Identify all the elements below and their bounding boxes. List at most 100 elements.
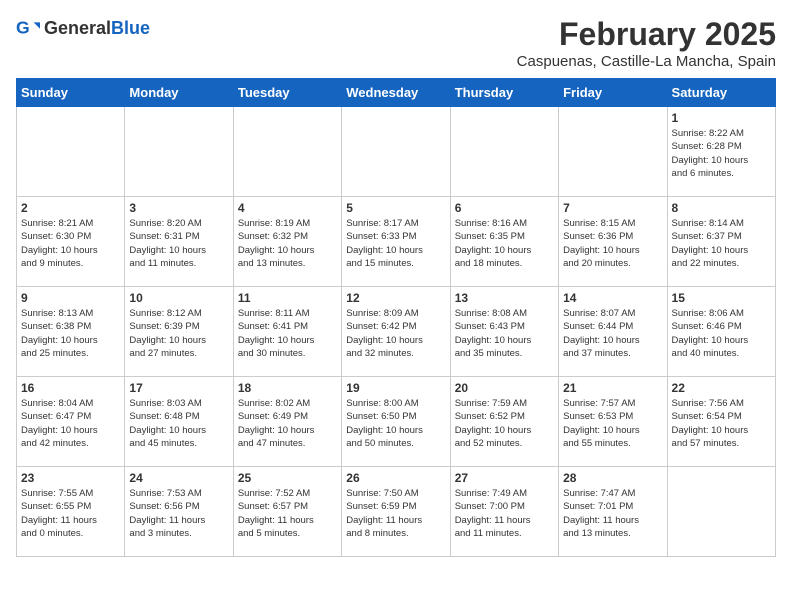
- day-number: 14: [563, 291, 662, 305]
- calendar-cell: 20 Sunrise: 7:59 AM Sunset: 6:52 PM Dayli…: [450, 377, 558, 467]
- title-area: February 2025 Caspuenas, Castille-La Man…: [517, 16, 776, 70]
- day-info: Sunrise: 7:57 AM Sunset: 6:53 PM Dayligh…: [563, 397, 662, 450]
- day-info: Sunrise: 7:59 AM Sunset: 6:52 PM Dayligh…: [455, 397, 554, 450]
- day-info: Sunrise: 8:07 AM Sunset: 6:44 PM Dayligh…: [563, 307, 662, 360]
- logo-icon: G: [16, 16, 40, 40]
- week-row-3: 9 Sunrise: 8:13 AM Sunset: 6:38 PM Daylig…: [17, 287, 776, 377]
- logo-general-text: General: [44, 18, 111, 38]
- calendar-cell: [667, 467, 775, 557]
- logo-wordmark: GeneralBlue: [44, 18, 150, 39]
- weekday-header-saturday: Saturday: [667, 79, 775, 107]
- day-number: 20: [455, 381, 554, 395]
- weekday-header-monday: Monday: [125, 79, 233, 107]
- day-info: Sunrise: 8:12 AM Sunset: 6:39 PM Dayligh…: [129, 307, 228, 360]
- day-number: 11: [238, 291, 337, 305]
- calendar-cell: 24Sunrise: 7:53 AM Sunset: 6:56 PM Dayli…: [125, 467, 233, 557]
- calendar-cell: [342, 107, 450, 197]
- day-info: Sunrise: 8:17 AM Sunset: 6:33 PM Dayligh…: [346, 217, 445, 270]
- day-number: 16: [21, 381, 120, 395]
- day-number: 1: [672, 111, 771, 125]
- day-info: Sunrise: 8:06 AM Sunset: 6:46 PM Dayligh…: [672, 307, 771, 360]
- day-number: 6: [455, 201, 554, 215]
- week-row-4: 16Sunrise: 8:04 AM Sunset: 6:47 PM Dayli…: [17, 377, 776, 467]
- day-info: Sunrise: 8:15 AM Sunset: 6:36 PM Dayligh…: [563, 217, 662, 270]
- day-number: 4: [238, 201, 337, 215]
- day-info: Sunrise: 8:11 AM Sunset: 6:41 PM Dayligh…: [238, 307, 337, 360]
- day-info: Sunrise: 7:52 AM Sunset: 6:57 PM Dayligh…: [238, 487, 337, 540]
- calendar-cell: [559, 107, 667, 197]
- day-number: 23: [21, 471, 120, 485]
- weekday-header-wednesday: Wednesday: [342, 79, 450, 107]
- day-info: Sunrise: 7:55 AM Sunset: 6:55 PM Dayligh…: [21, 487, 120, 540]
- calendar-cell: 8 Sunrise: 8:14 AM Sunset: 6:37 PM Daylig…: [667, 197, 775, 287]
- day-number: 21: [563, 381, 662, 395]
- day-info: Sunrise: 8:20 AM Sunset: 6:31 PM Dayligh…: [129, 217, 228, 270]
- calendar-cell: 28 Sunrise: 7:47 AM Sunset: 7:01 PM Dayli…: [559, 467, 667, 557]
- day-number: 5: [346, 201, 445, 215]
- day-info: Sunrise: 7:50 AM Sunset: 6:59 PM Dayligh…: [346, 487, 445, 540]
- header: G GeneralBlue February 2025 Caspuenas, C…: [16, 16, 776, 70]
- day-info: Sunrise: 8:09 AM Sunset: 6:42 PM Dayligh…: [346, 307, 445, 360]
- calendar-cell: 6 Sunrise: 8:16 AM Sunset: 6:35 PM Daylig…: [450, 197, 558, 287]
- calendar-cell: 11 Sunrise: 8:11 AM Sunset: 6:41 PM Dayli…: [233, 287, 341, 377]
- calendar-cell: 18Sunrise: 8:02 AM Sunset: 6:49 PM Dayli…: [233, 377, 341, 467]
- calendar-cell: 13 Sunrise: 8:08 AM Sunset: 6:43 PM Dayli…: [450, 287, 558, 377]
- logo: G GeneralBlue: [16, 16, 150, 40]
- weekday-header-friday: Friday: [559, 79, 667, 107]
- calendar-cell: 26 Sunrise: 7:50 AM Sunset: 6:59 PM Dayli…: [342, 467, 450, 557]
- calendar-cell: 10 Sunrise: 8:12 AM Sunset: 6:39 PM Dayli…: [125, 287, 233, 377]
- day-number: 13: [455, 291, 554, 305]
- day-number: 3: [129, 201, 228, 215]
- logo-blue-text: Blue: [111, 18, 150, 38]
- calendar-cell: [125, 107, 233, 197]
- weekday-header-sunday: Sunday: [17, 79, 125, 107]
- calendar-cell: 19Sunrise: 8:00 AM Sunset: 6:50 PM Dayli…: [342, 377, 450, 467]
- day-number: 25: [238, 471, 337, 485]
- day-info: Sunrise: 8:22 AM Sunset: 6:28 PM Dayligh…: [672, 127, 771, 180]
- calendar-cell: 15Sunrise: 8:06 AM Sunset: 6:46 PM Dayli…: [667, 287, 775, 377]
- day-info: Sunrise: 8:08 AM Sunset: 6:43 PM Dayligh…: [455, 307, 554, 360]
- calendar-cell: 5 Sunrise: 8:17 AM Sunset: 6:33 PM Daylig…: [342, 197, 450, 287]
- day-number: 27: [455, 471, 554, 485]
- calendar-cell: [233, 107, 341, 197]
- week-row-5: 23 Sunrise: 7:55 AM Sunset: 6:55 PM Dayli…: [17, 467, 776, 557]
- calendar-cell: 1 Sunrise: 8:22 AM Sunset: 6:28 PM Daylig…: [667, 107, 775, 197]
- calendar-cell: [17, 107, 125, 197]
- day-number: 7: [563, 201, 662, 215]
- day-info: Sunrise: 7:49 AM Sunset: 7:00 PM Dayligh…: [455, 487, 554, 540]
- day-number: 2: [21, 201, 120, 215]
- weekday-header-thursday: Thursday: [450, 79, 558, 107]
- calendar-cell: 2 Sunrise: 8:21 AM Sunset: 6:30 PM Daylig…: [17, 197, 125, 287]
- calendar-cell: [450, 107, 558, 197]
- calendar-cell: 14 Sunrise: 8:07 AM Sunset: 6:44 PM Dayli…: [559, 287, 667, 377]
- day-number: 22: [672, 381, 771, 395]
- day-number: 9: [21, 291, 120, 305]
- svg-text:G: G: [16, 18, 30, 38]
- calendar-cell: 25 Sunrise: 7:52 AM Sunset: 6:57 PM Dayli…: [233, 467, 341, 557]
- calendar-cell: 3 Sunrise: 8:20 AM Sunset: 6:31 PM Daylig…: [125, 197, 233, 287]
- day-info: Sunrise: 8:21 AM Sunset: 6:30 PM Dayligh…: [21, 217, 120, 270]
- month-title: February 2025: [517, 16, 776, 53]
- day-info: Sunrise: 8:13 AM Sunset: 6:38 PM Dayligh…: [21, 307, 120, 360]
- day-number: 8: [672, 201, 771, 215]
- day-info: Sunrise: 7:56 AM Sunset: 6:54 PM Dayligh…: [672, 397, 771, 450]
- day-number: 19: [346, 381, 445, 395]
- day-number: 28: [563, 471, 662, 485]
- day-number: 26: [346, 471, 445, 485]
- day-info: Sunrise: 8:03 AM Sunset: 6:48 PM Dayligh…: [129, 397, 228, 450]
- calendar-table: SundayMondayTuesdayWednesdayThursdayFrid…: [16, 78, 776, 557]
- day-info: Sunrise: 7:53 AM Sunset: 6:56 PM Dayligh…: [129, 487, 228, 540]
- day-number: 18: [238, 381, 337, 395]
- day-number: 10: [129, 291, 228, 305]
- calendar-cell: 16Sunrise: 8:04 AM Sunset: 6:47 PM Dayli…: [17, 377, 125, 467]
- day-info: Sunrise: 8:14 AM Sunset: 6:37 PM Dayligh…: [672, 217, 771, 270]
- calendar-cell: 12Sunrise: 8:09 AM Sunset: 6:42 PM Dayli…: [342, 287, 450, 377]
- day-info: Sunrise: 8:19 AM Sunset: 6:32 PM Dayligh…: [238, 217, 337, 270]
- weekday-header-tuesday: Tuesday: [233, 79, 341, 107]
- day-info: Sunrise: 7:47 AM Sunset: 7:01 PM Dayligh…: [563, 487, 662, 540]
- day-info: Sunrise: 8:16 AM Sunset: 6:35 PM Dayligh…: [455, 217, 554, 270]
- location-title: Caspuenas, Castille-La Mancha, Spain: [517, 53, 776, 70]
- day-number: 17: [129, 381, 228, 395]
- calendar-cell: 17 Sunrise: 8:03 AM Sunset: 6:48 PM Dayli…: [125, 377, 233, 467]
- calendar-cell: 21 Sunrise: 7:57 AM Sunset: 6:53 PM Dayli…: [559, 377, 667, 467]
